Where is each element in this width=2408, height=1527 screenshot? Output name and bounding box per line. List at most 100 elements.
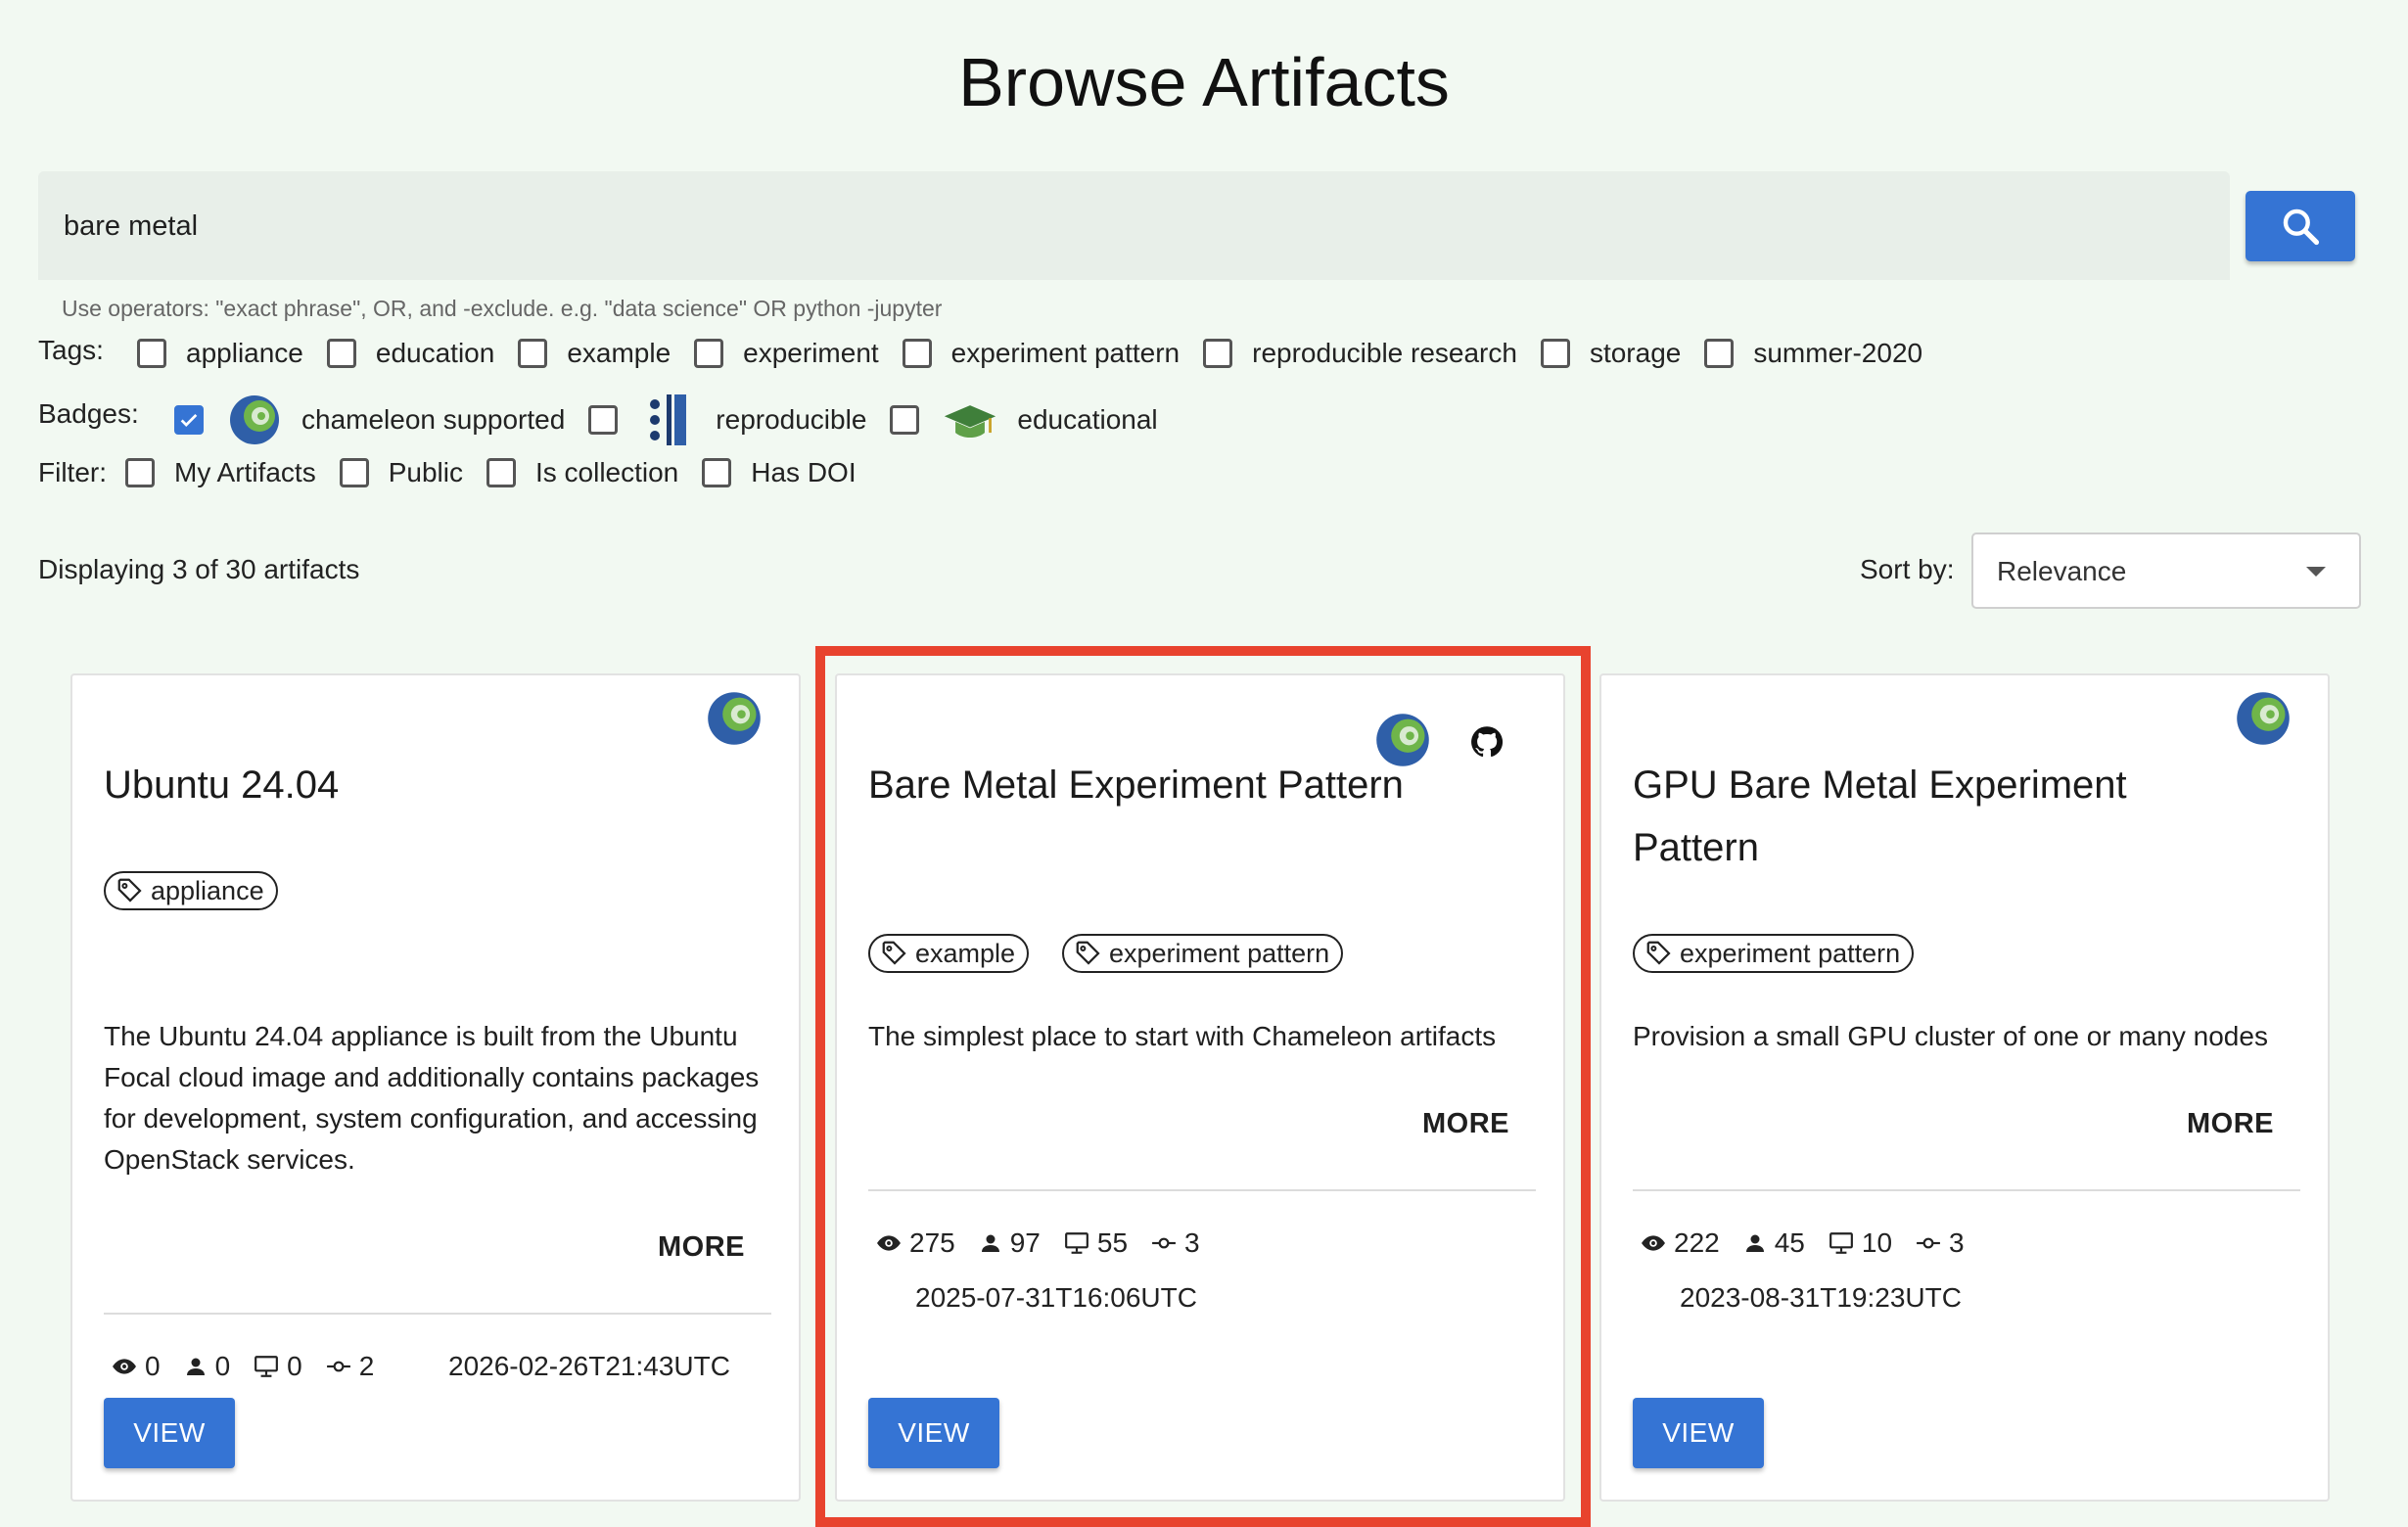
search-input[interactable] bbox=[62, 201, 2200, 252]
badge-checkbox-chameleon-supported[interactable] bbox=[174, 405, 204, 435]
artifact-card: Ubuntu 24.04 appliance The Ubuntu 24.04 … bbox=[70, 673, 801, 1502]
search-button[interactable] bbox=[2246, 191, 2355, 261]
card-divider bbox=[1633, 1189, 2300, 1191]
tag-checkbox-reproducible-research[interactable] bbox=[1203, 339, 1233, 368]
commit-icon bbox=[1917, 1237, 1940, 1249]
filter-checkbox-my-artifacts[interactable] bbox=[125, 458, 155, 487]
versions-count: 2 bbox=[358, 1351, 375, 1381]
more-link[interactable]: MORE bbox=[658, 1231, 745, 1264]
filter-label-has-doi: Has DOI bbox=[751, 457, 857, 487]
tag-checkbox-summer-2020[interactable] bbox=[1704, 339, 1735, 368]
chevron-down-icon bbox=[2306, 567, 2326, 577]
views-count: 222 bbox=[1674, 1227, 1720, 1258]
card-tag-label: experiment pattern bbox=[1680, 938, 1901, 968]
commit-icon bbox=[326, 1361, 350, 1372]
filter-label-public: Public bbox=[388, 457, 463, 487]
chameleon-icon bbox=[227, 393, 282, 447]
tag-checkbox-storage[interactable] bbox=[1540, 339, 1570, 368]
tag-label-experiment: experiment bbox=[743, 338, 879, 368]
tag-label-appliance: appliance bbox=[186, 338, 303, 368]
badges-label: Badges: bbox=[38, 398, 139, 429]
eye-icon bbox=[877, 1235, 901, 1251]
tag-checkbox-experiment[interactable] bbox=[694, 339, 724, 368]
sort-value: Relevance bbox=[1997, 556, 2127, 586]
views-stat: 275 bbox=[876, 1227, 955, 1259]
users-stat: 0 bbox=[184, 1351, 230, 1382]
launches-count: 55 bbox=[1096, 1227, 1129, 1258]
view-button[interactable]: VIEW bbox=[104, 1398, 235, 1468]
versions-stat: 3 bbox=[1151, 1227, 1200, 1259]
tag-icon bbox=[1646, 941, 1671, 965]
users-count: 45 bbox=[1774, 1227, 1805, 1258]
tag-label-storage: storage bbox=[1589, 338, 1682, 368]
filter-row: My Artifacts Public Is collection Has DO… bbox=[125, 457, 880, 488]
versions-count: 3 bbox=[1949, 1227, 1965, 1258]
tag-checkbox-appliance[interactable] bbox=[137, 339, 166, 368]
views-count: 0 bbox=[145, 1351, 161, 1381]
more-link[interactable]: MORE bbox=[1422, 1108, 1509, 1140]
badge-checkbox-educational[interactable] bbox=[890, 405, 920, 435]
versions-stat: 3 bbox=[1916, 1227, 1965, 1259]
card-tag-chip[interactable]: appliance bbox=[104, 871, 278, 910]
tag-checkbox-education[interactable] bbox=[326, 339, 356, 368]
tag-icon bbox=[117, 878, 142, 902]
page-title: Browse Artifacts bbox=[958, 44, 1450, 120]
tag-label-example: example bbox=[567, 338, 671, 368]
tag-icon bbox=[1076, 941, 1100, 965]
launches-stat: 10 bbox=[1829, 1227, 1892, 1259]
monitor-icon bbox=[255, 1356, 279, 1377]
search-icon bbox=[2283, 208, 2320, 246]
views-stat: 222 bbox=[1641, 1227, 1720, 1259]
card-divider bbox=[104, 1313, 771, 1315]
card-stats: 275 97 55 3 bbox=[876, 1227, 1224, 1259]
search-box bbox=[38, 171, 2230, 280]
launches-count: 0 bbox=[287, 1351, 302, 1381]
users-stat: 97 bbox=[979, 1227, 1041, 1259]
monitor-icon bbox=[1829, 1232, 1853, 1254]
eye-icon bbox=[1642, 1235, 1665, 1251]
tag-label-summer-2020: summer-2020 bbox=[1753, 338, 1923, 368]
card-date: 2023-08-31T19:23UTC bbox=[1680, 1282, 1962, 1313]
card-tag-chip[interactable]: example bbox=[868, 934, 1030, 973]
card-date: 2026-02-26T21:43UTC bbox=[448, 1351, 730, 1381]
more-link[interactable]: MORE bbox=[2187, 1108, 2274, 1140]
tag-checkbox-experiment-pattern[interactable] bbox=[902, 339, 932, 368]
tag-label-experiment-pattern: experiment pattern bbox=[950, 338, 1181, 368]
chameleon-icon bbox=[2234, 689, 2292, 748]
filter-label-my-artifacts: My Artifacts bbox=[174, 457, 316, 487]
github-icon[interactable] bbox=[1469, 724, 1508, 764]
tags-label: Tags: bbox=[38, 335, 104, 365]
card-title: GPU Bare Metal Experiment Pattern bbox=[1633, 764, 2127, 869]
views-stat: 0 bbox=[112, 1351, 161, 1382]
card-date: 2025-07-31T16:06UTC bbox=[915, 1282, 1197, 1313]
badge-label-reproducible: reproducible bbox=[716, 404, 867, 435]
person-icon bbox=[981, 1234, 999, 1252]
card-description: The Ubuntu 24.04 appliance is built from… bbox=[104, 1021, 760, 1175]
card-tag-chip[interactable]: experiment pattern bbox=[1062, 934, 1344, 973]
filter-checkbox-has-doi[interactable] bbox=[702, 458, 732, 487]
view-button[interactable]: VIEW bbox=[868, 1398, 999, 1468]
card-description: Provision a small GPU cluster of one or … bbox=[1633, 1021, 2268, 1051]
card-description: The simplest place to start with Chamele… bbox=[868, 1021, 1497, 1051]
sort-select[interactable]: Relevance bbox=[1971, 532, 2361, 609]
badge-label-educational: educational bbox=[1017, 404, 1158, 435]
filter-label: Filter: bbox=[38, 457, 107, 487]
artifact-card: Bare Metal Experiment Pattern example ex… bbox=[835, 673, 1565, 1502]
artifact-card: GPU Bare Metal Experiment Pattern experi… bbox=[1599, 673, 2330, 1502]
users-stat: 45 bbox=[1743, 1227, 1805, 1259]
chameleon-icon bbox=[705, 689, 764, 748]
reproducible-icon bbox=[641, 393, 696, 447]
tags-row: appliance education example experiment e… bbox=[137, 338, 1946, 369]
badges-row: chameleon supported reproducible educati… bbox=[174, 393, 1181, 447]
card-divider bbox=[868, 1189, 1536, 1191]
tag-checkbox-example[interactable] bbox=[518, 339, 548, 368]
filter-checkbox-public[interactable] bbox=[339, 458, 369, 487]
tag-label-reproducible-research: reproducible research bbox=[1252, 338, 1517, 368]
card-tag-label: appliance bbox=[151, 875, 264, 905]
card-tag-chip[interactable]: experiment pattern bbox=[1633, 934, 1915, 973]
card-stats: 0 0 0 2 bbox=[112, 1351, 397, 1382]
filter-label-is-collection: Is collection bbox=[534, 457, 679, 487]
filter-checkbox-is-collection[interactable] bbox=[486, 458, 516, 487]
view-button[interactable]: VIEW bbox=[1633, 1398, 1764, 1468]
badge-checkbox-reproducible[interactable] bbox=[588, 405, 619, 435]
